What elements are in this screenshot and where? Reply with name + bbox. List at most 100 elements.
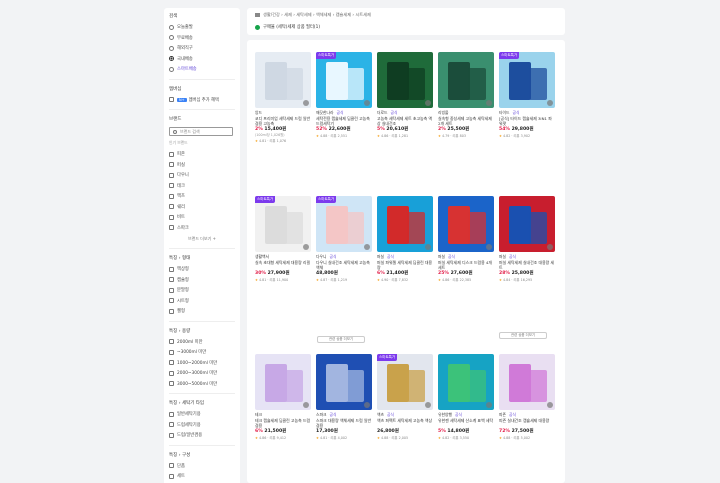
breadcrumb-panel: 생활/건강 › 세제 › 세탁세제 › 액체세제 › 캡슐세제 › 시트세제 구… <box>247 8 565 35</box>
product-title[interactable]: 테크 캡슐세제 딥클린 고농축 드럼겸용 <box>255 418 311 428</box>
cart-icon[interactable] <box>364 244 370 250</box>
filter-option[interactable]: 해외직구 <box>169 43 235 54</box>
product-card[interactable]: 스마트특가 액츠 공식 액츠 퍼펙트 세탁세제 고농축 액상 26,800원 ★ … <box>377 354 433 440</box>
filter-option[interactable]: 일반세탁기용 <box>169 409 235 420</box>
filter-option[interactable]: 분말형 <box>169 285 235 296</box>
product-card[interactable]: 앙드 코디 프리미엄 세탁세제 드럼 일반 겸용 고농축 2% 15,400원 … <box>255 52 311 143</box>
product-card[interactable]: 스파크 공식 스파크 대용량 액체세제 드럼 일반 겸용 17,300원 ★ 4.… <box>316 354 372 440</box>
filter-option[interactable]: 드럼/일반겸용 <box>169 430 235 441</box>
cart-icon[interactable] <box>486 402 492 408</box>
product-image[interactable] <box>438 52 494 108</box>
product-image[interactable] <box>255 52 311 108</box>
breadcrumb[interactable]: 생활/건강 › 세제 › 세탁세제 › 액체세제 › 캡슐세제 › 시트세제 <box>255 12 557 18</box>
filter-option[interactable]: 다우니 <box>169 170 235 181</box>
filter-option[interactable]: 비트 <box>169 212 235 223</box>
product-title[interactable]: 스파크 대용량 액체세제 드럼 일반 겸용 <box>316 418 372 428</box>
cart-icon[interactable] <box>486 100 492 106</box>
filter-option[interactable]: 피죤 <box>169 149 235 160</box>
filter-option[interactable]: 드럼세탁기용 <box>169 420 235 431</box>
product-image[interactable] <box>438 354 494 410</box>
filter-option[interactable]: ~3000ml 미만 <box>169 347 235 358</box>
product-card[interactable]: 스마트특가 깨끗한나라 공식 세탁전용 캡슐세제 딥클린 고농축 드럼세탁기 52… <box>316 52 372 138</box>
filter-option[interactable]: 3000~5000ml 미만 <box>169 379 235 390</box>
cart-icon[interactable] <box>303 244 309 250</box>
rating: ★ 4.86 · 리뷰 22,385 <box>438 277 494 282</box>
cart-icon[interactable] <box>303 100 309 106</box>
active-filter-tag[interactable]: 구매율 (세탁)세제 상품 필터(1) <box>255 24 557 30</box>
product-card[interactable]: 유한양행 공식 유한젠 세탁세제 산소계 표백 세탁 5% 14,800원 ★ 4… <box>438 354 494 440</box>
filter-option[interactable]: 2000ml 미만 <box>169 337 235 348</box>
product-image[interactable] <box>377 196 433 252</box>
filter-option[interactable]: 액상형 <box>169 264 235 275</box>
product-image[interactable]: 스마트특가 <box>316 196 372 252</box>
cart-icon[interactable] <box>547 244 553 250</box>
product-image[interactable]: 스마트특가 <box>499 52 555 108</box>
filter-option[interactable]: 1000~2000ml 미만 <box>169 358 235 369</box>
product-title[interactable]: 세탁전용 캡슐세제 딥클린 고농축 드럼세탁기 <box>316 116 372 126</box>
product-image[interactable] <box>255 354 311 410</box>
product-image[interactable]: 스마트특가 <box>316 52 372 108</box>
product-image[interactable] <box>499 196 555 252</box>
filter-option[interactable]: 시트형 <box>169 296 235 307</box>
more-related-button[interactable]: 관련 상품 더보기 <box>317 336 365 343</box>
product-info: 피죤 공식 피죤 실내건조 캡슐세제 대용량 72% 27,500원 ★ 4.88… <box>499 410 555 440</box>
filter-option[interactable]: 오늘출발 <box>169 22 235 33</box>
brand-more-link[interactable]: 브랜드 더보기 + <box>169 236 235 242</box>
more-related-button[interactable]: 관련 상품 더보기 <box>499 332 547 339</box>
cart-icon[interactable] <box>364 402 370 408</box>
filter-option[interactable]: 국내배송 <box>169 54 235 65</box>
filter-option[interactable]: 테크 <box>169 181 235 192</box>
product-title[interactable]: 퍼실 세탁세제 실내건조 대용량 세트 <box>499 260 555 270</box>
product-title[interactable]: 퍼실 세탁세제 디스크 드럼용 4개 세트 <box>438 260 494 270</box>
product-card[interactable]: 피죤 공식 피죤 실내건조 캡슐세제 대용량 72% 27,500원 ★ 4.88… <box>499 354 555 440</box>
filter-option-selected[interactable]: 스마트배송 <box>169 64 235 75</box>
product-card[interactable]: 퍼실 공식 퍼실 세탁세제 실내건조 대용량 세트 28% 25,800원 ★ 4… <box>499 196 555 282</box>
filter-option[interactable]: N+ 멤버십 추가 혜택 <box>169 95 235 106</box>
cart-icon[interactable] <box>486 244 492 250</box>
product-card[interactable]: 스마트특가 타이드 공식 [공식] 타이드 캡슐세제 3IN1 파워팟 54% 2… <box>499 52 555 138</box>
product-card[interactable]: 테크 테크 캡슐세제 딥클린 고농축 드럼겸용 6% 21,500원 ★ 4.8… <box>255 354 311 440</box>
product-title[interactable]: 다우니 실내건조 세탁세제 고농축 액체 <box>316 260 372 270</box>
product-card[interactable]: 스마트특가 다우니 공식 다우니 실내건조 세탁세제 고농축 액체 48,800원… <box>316 196 372 282</box>
filter-option[interactable]: 캡슐형 <box>169 275 235 286</box>
product-title[interactable]: 실속형 중성세제 고농축 세탁세제 2개 세트 <box>438 116 494 126</box>
product-title[interactable]: 고농축 세탁세제 세트 초고농축 액상 실내건조 <box>377 116 433 126</box>
product-card[interactable]: 퍼실 공식 퍼실 파워젤 세탁세제 딥클린 대용량 6% 21,400원 ★ 4.… <box>377 196 433 282</box>
cart-icon[interactable] <box>425 402 431 408</box>
product-title[interactable]: 코디 프리미엄 세탁세제 드럼 일반 겸용 고농축 <box>255 116 311 126</box>
product-image[interactable] <box>499 354 555 410</box>
product-card[interactable]: 더로드 공식 고농축 세탁세제 세트 초고농축 액상 실내건조 5% 20,610… <box>377 52 433 138</box>
cart-icon[interactable] <box>425 100 431 106</box>
brand-search-input[interactable]: 브랜드 검색 <box>169 127 233 136</box>
cart-icon[interactable] <box>303 402 309 408</box>
product-image[interactable] <box>438 196 494 252</box>
product-image[interactable]: 스마트특가 <box>377 354 433 410</box>
product-image[interactable]: 스마트특가 <box>255 196 311 252</box>
product-image[interactable] <box>316 354 372 410</box>
product-card[interactable]: 스마트특가 생활백서 실속 초대형 세탁세제 대용량 리필 30% 27,900… <box>255 196 311 282</box>
product-title[interactable]: 실속 초대형 세탁세제 대용량 리필 <box>255 260 311 270</box>
filter-option[interactable]: 쉐리 <box>169 202 235 213</box>
product-title[interactable]: 유한젠 세탁세제 산소계 표백 세탁 <box>438 418 494 428</box>
product-title[interactable]: 액츠 퍼펙트 세탁세제 고농축 액상 <box>377 418 433 428</box>
filter-option[interactable]: 단품 <box>169 461 235 472</box>
filter-option[interactable]: 젤형 <box>169 306 235 317</box>
cart-icon[interactable] <box>425 244 431 250</box>
cart-icon[interactable] <box>547 402 553 408</box>
filter-option[interactable]: 액츠 <box>169 191 235 202</box>
brand-search-placeholder: 브랜드 검색 <box>180 128 200 134</box>
product-card[interactable]: 리빙몰 실속형 중성세제 고농축 세탁세제 2개 세트 2% 25,500원 ★… <box>438 52 494 138</box>
product-card[interactable]: 퍼실 공식 퍼실 세탁세제 디스크 드럼용 4개 세트 25% 27,600원 ★… <box>438 196 494 282</box>
product-image[interactable] <box>377 52 433 108</box>
filter-option[interactable]: 무료배송 <box>169 33 235 44</box>
filter-option[interactable]: 스파크 <box>169 223 235 234</box>
filter-option[interactable]: 세트 <box>169 471 235 482</box>
product-title[interactable]: [공식] 타이드 캡슐세제 3IN1 파워팟 <box>499 116 555 126</box>
filter-option[interactable]: 2000~3000ml 미만 <box>169 368 235 379</box>
product-title[interactable]: 퍼실 파워젤 세탁세제 딥클린 대용량 <box>377 260 433 270</box>
filter-option[interactable]: 퍼실 <box>169 160 235 171</box>
cart-icon[interactable] <box>547 100 553 106</box>
product-price: 27,900원 <box>267 271 290 276</box>
product-title[interactable]: 피죤 실내건조 캡슐세제 대용량 <box>499 418 555 428</box>
cart-icon[interactable] <box>364 100 370 106</box>
